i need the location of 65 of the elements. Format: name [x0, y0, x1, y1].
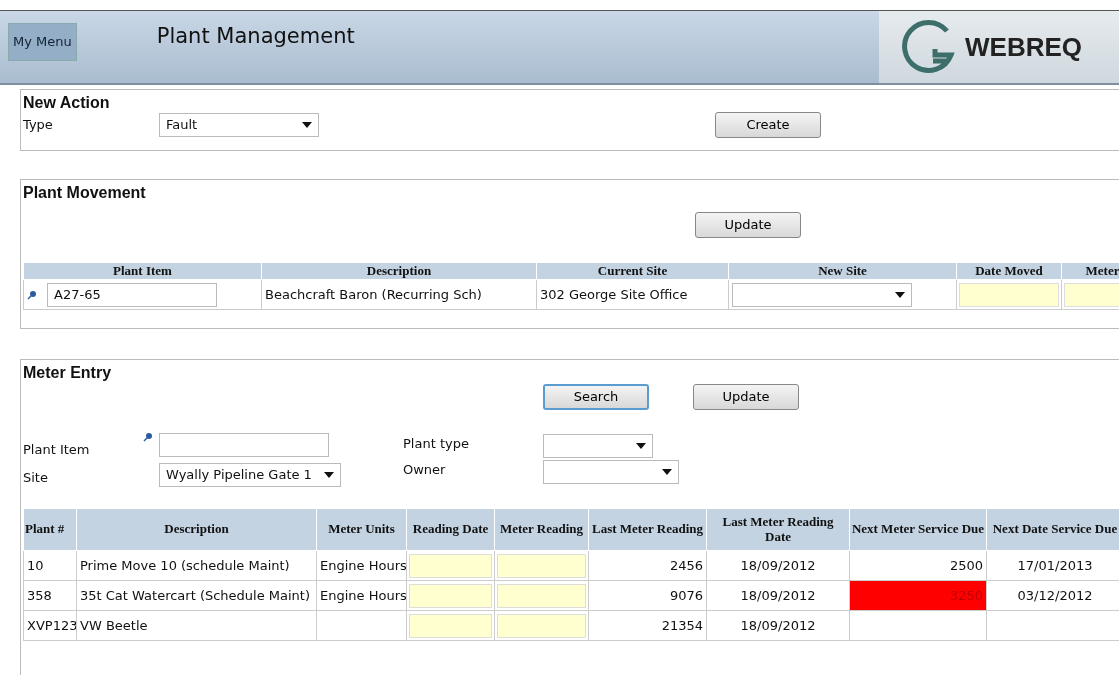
- reading-field[interactable]: [497, 553, 586, 578]
- table-cell: 302 George Site Office: [536, 279, 729, 310]
- column-header: Description: [76, 508, 317, 551]
- table-cell: VW Beetle: [76, 610, 317, 641]
- reading-field[interactable]: [409, 583, 492, 608]
- table-cell: 35t Cat Watercart (Schedule Maint): [76, 580, 317, 611]
- column-header: Last Meter Reading Date: [706, 508, 850, 551]
- table-cell: Prime Move 10 (schedule Maint): [76, 550, 317, 581]
- search-icon: [143, 432, 153, 442]
- table-cell: 9076: [588, 580, 707, 611]
- page-title: Plant Management: [156, 23, 355, 50]
- date-field[interactable]: [959, 282, 1059, 307]
- search-button[interactable]: Search: [543, 384, 649, 410]
- plant-item-field[interactable]: A27-65: [47, 282, 217, 307]
- reading-field[interactable]: [409, 613, 492, 638]
- column-header: Plant #: [23, 508, 77, 551]
- table-cell: 21354: [588, 610, 707, 641]
- field-label: Plant Item: [23, 441, 91, 460]
- table-cell: 2500: [849, 550, 987, 581]
- column-header: Current Site: [536, 262, 729, 280]
- section-title: Plant Movement: [23, 184, 147, 202]
- plant-type-dropdown[interactable]: [543, 434, 653, 458]
- owner-dropdown[interactable]: [543, 460, 679, 484]
- table-cell: 10: [23, 550, 77, 581]
- section-title: New Action: [23, 94, 111, 112]
- column-header: Meter Units: [316, 508, 407, 551]
- column-header: Next Date Service Due: [986, 508, 1119, 551]
- column-header: Last Meter Reading: [588, 508, 707, 551]
- column-header: Description: [261, 262, 537, 280]
- table-cell: Beachcraft Baron (Recurring Sch): [261, 279, 537, 310]
- update-button[interactable]: Update: [693, 384, 799, 410]
- date-field[interactable]: [1064, 282, 1119, 307]
- table-cell: 2456: [588, 550, 707, 581]
- column-header: Date Moved: [956, 262, 1062, 280]
- create-button[interactable]: Create: [715, 112, 821, 138]
- reading-field[interactable]: [497, 583, 586, 608]
- column-header: Meter Reading: [494, 508, 589, 551]
- table-cell: 3250: [849, 580, 987, 611]
- table-cell: 18/09/2012: [706, 610, 850, 641]
- field-label: Plant type: [403, 435, 470, 453]
- table-cell: 18/09/2012: [706, 550, 850, 581]
- table-cell: 358: [23, 580, 77, 611]
- field-label: Site: [23, 469, 49, 488]
- site-dropdown[interactable]: Wyally Pipeline Gate 1: [159, 463, 341, 487]
- table-cell: Engine Hours: [316, 550, 407, 581]
- field-label: Owner: [403, 461, 447, 479]
- table-cell: 18/09/2012: [706, 580, 850, 611]
- update-button[interactable]: Update: [695, 212, 801, 238]
- field-label: Type: [23, 116, 54, 135]
- plant-item-field[interactable]: [159, 433, 329, 457]
- reading-field[interactable]: [497, 613, 586, 638]
- reading-field[interactable]: [409, 553, 492, 578]
- column-header: Meter: [1061, 262, 1119, 280]
- column-header: New Site: [728, 262, 957, 280]
- column-header: Plant Item: [23, 262, 262, 280]
- section-title: Meter Entry: [23, 364, 113, 382]
- search-icon[interactable]: [27, 289, 37, 300]
- table-cell: Engine Hours: [316, 580, 407, 611]
- menu-button[interactable]: My Menu: [8, 23, 77, 61]
- column-header: Next Meter Service Due: [849, 508, 987, 551]
- table-cell: XVP123: [23, 610, 77, 641]
- logo-text: WEBREQ: [965, 31, 1082, 63]
- column-header: Reading Date: [406, 508, 495, 551]
- new-site-dropdown[interactable]: [732, 282, 912, 307]
- type-dropdown[interactable]: Fault: [159, 113, 319, 137]
